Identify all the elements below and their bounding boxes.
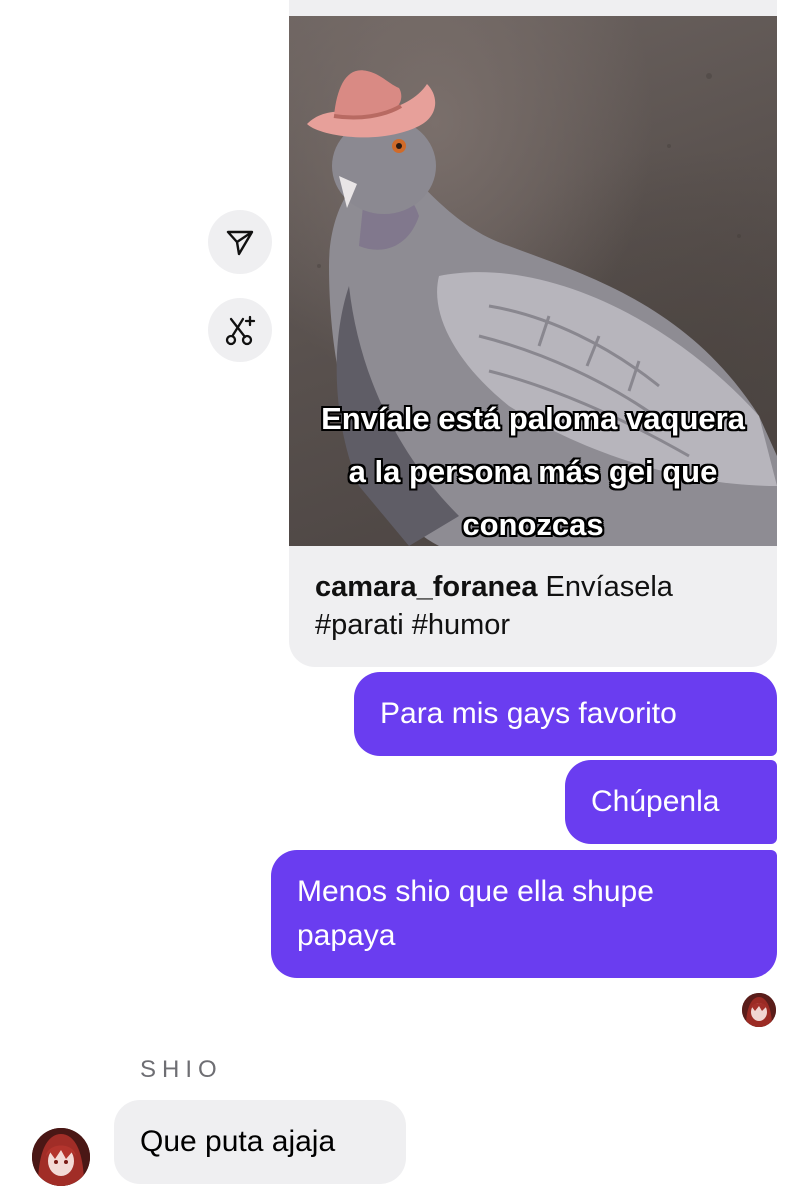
message-text: Para mis gays favorito [380,697,677,730]
overlay-line: Envíale está paloma vaquera [321,401,745,436]
post-caption: camara_foranea Envíasela #parati #humor [315,568,755,644]
remix-icon [225,315,256,346]
post-image[interactable]: Envíale está paloma vaquera a la persona… [289,16,777,546]
outgoing-message[interactable]: Chúpenla [565,760,777,844]
post-overlay-caption: Envíale está paloma vaquera a la persona… [289,392,777,546]
share-button[interactable] [208,210,272,274]
avatar-image [32,1128,90,1186]
remix-button[interactable] [208,298,272,362]
sender-avatar[interactable] [32,1128,90,1186]
post-username[interactable]: camara_foranea [315,571,537,603]
message-text: Que puta ajaja [140,1125,336,1158]
message-text: Chúpenla [591,785,720,818]
seen-by-avatar [742,993,776,1027]
outgoing-message[interactable]: Menos shio que ella shupe papaya [271,850,777,978]
shared-post-card[interactable]: Envíale está paloma vaquera a la persona… [289,0,777,667]
outgoing-message[interactable]: Para mis gays favorito [354,672,777,756]
avatar-image [742,993,776,1027]
incoming-message[interactable]: Que puta ajaja [114,1100,406,1184]
message-text: Menos shio que ella shupe papaya [297,875,654,952]
overlay-line: a la persona más gei que [348,454,718,489]
send-icon [226,230,254,256]
overlay-line: conozcas [462,507,604,542]
sender-name: SHIO [140,1056,223,1083]
